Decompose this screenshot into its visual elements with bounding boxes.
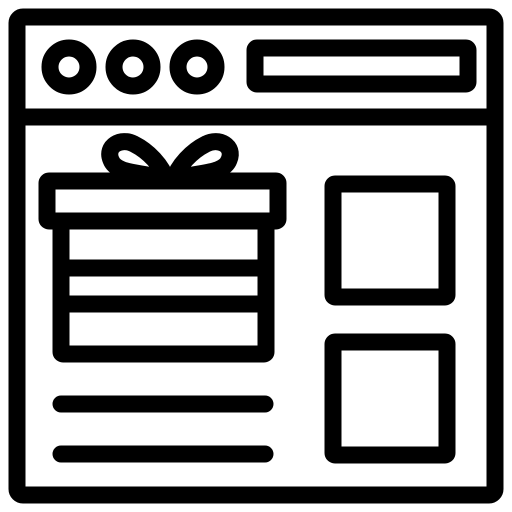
address-bar — [246, 39, 477, 93]
window-control-dot-2 — [105, 39, 161, 95]
window-control-dot-1 — [41, 39, 97, 95]
window-control-dot-3 — [169, 39, 225, 95]
gift-icon — [38, 133, 287, 363]
gift-body — [52, 212, 275, 363]
icon-svg — [8, 8, 504, 504]
thumbnail-2 — [324, 333, 456, 464]
thumbnail-1 — [324, 175, 456, 306]
browser-window-gift-icon — [0, 0, 512, 512]
